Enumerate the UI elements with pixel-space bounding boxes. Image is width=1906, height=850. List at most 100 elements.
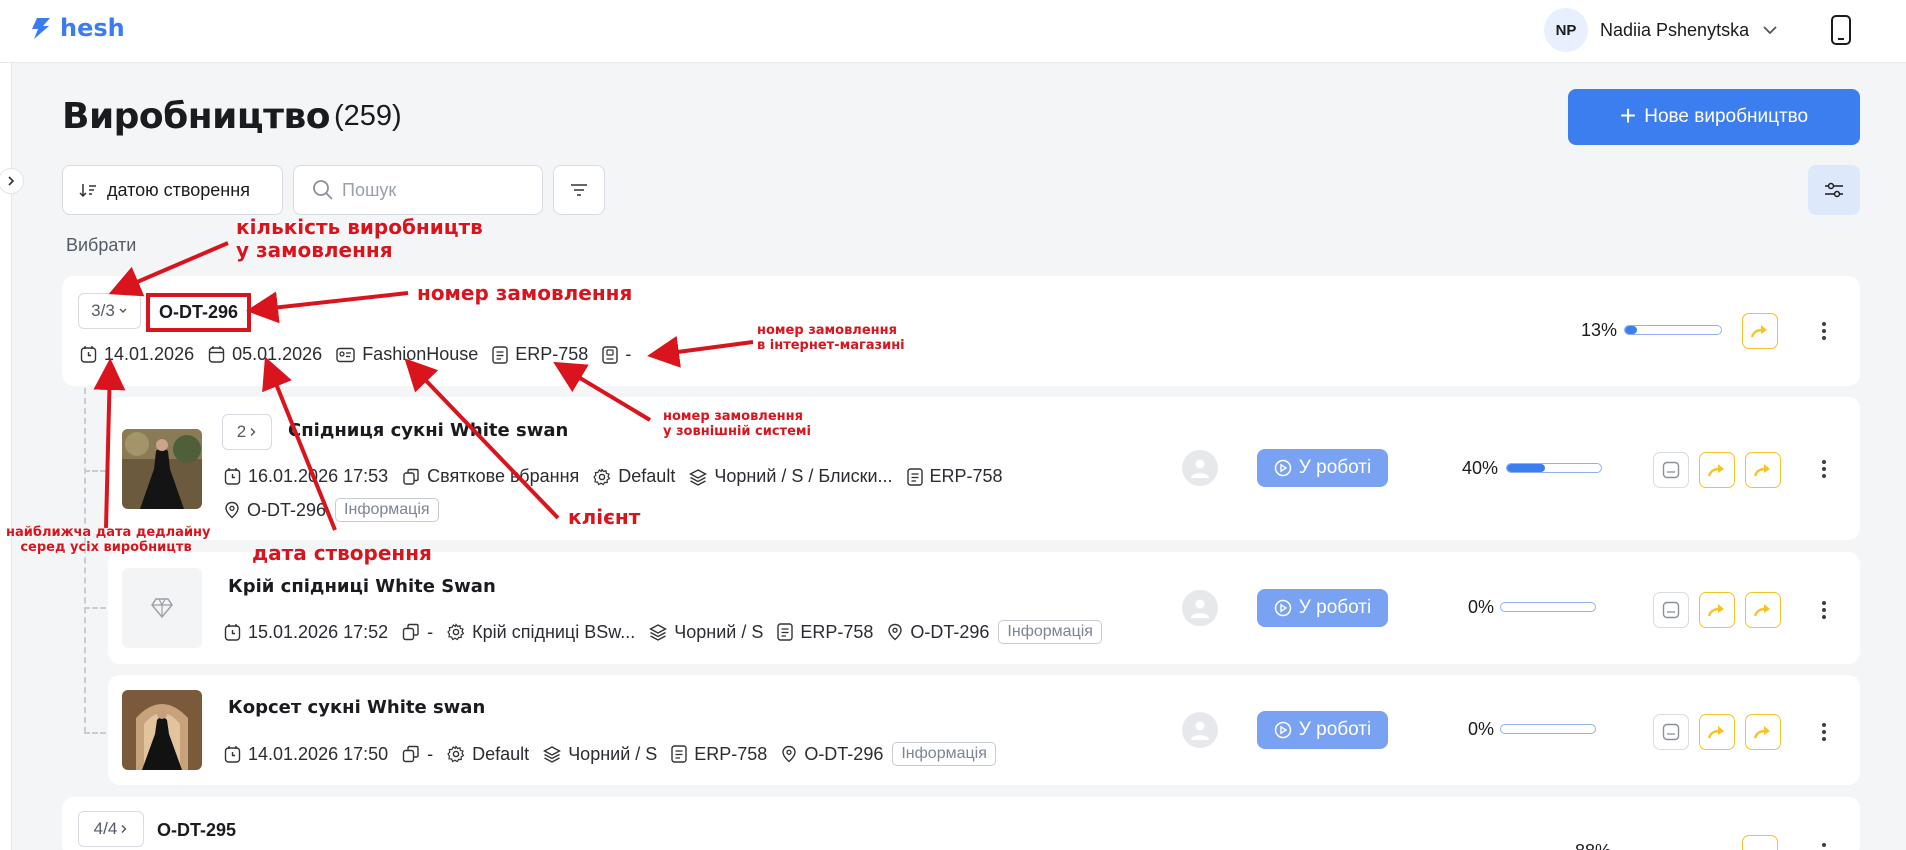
- order-number[interactable]: O-DT-296: [146, 293, 252, 332]
- order-progress-fill: [1625, 326, 1638, 334]
- production-card[interactable]: 2 Спідниця сукні White swan 16.01.2026 1…: [108, 397, 1860, 540]
- status-button[interactable]: У роботі: [1257, 589, 1388, 627]
- document-icon: [906, 467, 923, 486]
- gear-icon: [447, 745, 465, 763]
- order-action-button[interactable]: [1742, 835, 1778, 850]
- logo[interactable]: hesh: [28, 14, 125, 42]
- user-menu[interactable]: NP Nadiia Pshenytska: [1544, 8, 1779, 52]
- sidebar-expand-button[interactable]: [0, 168, 24, 194]
- production-title[interactable]: Спідниця сукні White swan: [288, 420, 568, 441]
- search-input[interactable]: [342, 179, 512, 201]
- order-more-menu[interactable]: [1816, 837, 1832, 850]
- location-pin-icon: [888, 623, 903, 641]
- order-more-menu[interactable]: [1816, 316, 1832, 346]
- production-title[interactable]: Крій спідниці White Swan: [228, 576, 496, 597]
- order-action-button[interactable]: [1742, 313, 1778, 349]
- order-card[interactable]: 4/4 O-DT-295 88%: [62, 797, 1860, 850]
- chevron-down-icon: [1763, 26, 1777, 35]
- search-box[interactable]: [293, 165, 543, 215]
- production-progress-percent: 0%: [1468, 597, 1495, 617]
- plus-icon: +: [1619, 99, 1637, 131]
- production-count-chip[interactable]: 4/4: [78, 811, 144, 847]
- sort-icon: [79, 184, 96, 198]
- erp-number: ERP-758: [906, 466, 1003, 487]
- transfer-button[interactable]: [1699, 452, 1735, 488]
- message-icon: [1662, 461, 1680, 479]
- new-production-button[interactable]: + Нове виробництво: [1568, 89, 1860, 145]
- production-more-menu[interactable]: [1816, 717, 1832, 747]
- annotation-shop-order: номер замовлення в інтернет-магазині: [757, 323, 905, 354]
- status-button[interactable]: У роботі: [1257, 449, 1388, 487]
- chevron-right-icon: [121, 825, 127, 833]
- comment-button[interactable]: [1653, 592, 1689, 628]
- user-name: Nadiia Pshenytska: [1600, 19, 1750, 40]
- shop-receipt-icon: [602, 345, 619, 364]
- production-more-menu[interactable]: [1816, 454, 1832, 484]
- annotation-external-system: номер замовлення у зовнішній системі: [663, 409, 811, 440]
- comment-button[interactable]: [1653, 452, 1689, 488]
- product-thumbnail[interactable]: [122, 690, 202, 770]
- tree-line: [84, 388, 86, 733]
- transfer-button[interactable]: [1699, 592, 1735, 628]
- info-tag[interactable]: Інформація: [892, 742, 996, 766]
- deadline-clock-icon: [80, 346, 97, 363]
- transfer-arrow-icon: [1753, 726, 1770, 739]
- assignee-avatar[interactable]: [1182, 712, 1218, 748]
- product-thumbnail[interactable]: [122, 568, 202, 648]
- logo-text: hesh: [60, 14, 125, 42]
- order-number[interactable]: O-DT-295: [157, 820, 236, 841]
- transfer-arrow-icon: [1753, 604, 1770, 617]
- created-date: 05.01.2026: [208, 344, 322, 365]
- layers-icon: [543, 746, 562, 763]
- order-card[interactable]: 3/3 O-DT-296 14.01.2026 05.01.2026 Fashi…: [62, 276, 1860, 386]
- mobile-device-icon[interactable]: [1830, 14, 1852, 51]
- production-card[interactable]: Крій спідниці White Swan 15.01.2026 17:5…: [108, 552, 1860, 664]
- filter-button[interactable]: [553, 165, 605, 215]
- erp-number: ERP-758: [777, 622, 873, 643]
- deadline-clock-icon: [224, 468, 241, 485]
- production-progress-bar: [1500, 724, 1596, 734]
- variant: Чорний / S / Блиски...: [689, 466, 893, 487]
- annotation-count-text: кількість виробництв у замовлення: [236, 215, 483, 262]
- search-icon: [313, 180, 333, 200]
- select-link[interactable]: Вибрати: [66, 235, 136, 256]
- assignee-avatar[interactable]: [1182, 590, 1218, 626]
- comment-button[interactable]: [1653, 714, 1689, 750]
- layers-icon: [649, 624, 668, 641]
- user-placeholder-icon: [1191, 459, 1209, 478]
- production-title[interactable]: Корсет сукні White swan: [228, 697, 485, 718]
- info-tag[interactable]: Інформація: [998, 620, 1102, 644]
- assignee-avatar[interactable]: [1182, 450, 1218, 486]
- status-button[interactable]: У роботі: [1257, 711, 1388, 749]
- deadline-date: 16.01.2026 17:53: [224, 466, 388, 487]
- copies: -: [402, 622, 433, 643]
- transfer-next-button[interactable]: [1745, 714, 1781, 750]
- top-bar: hesh NP Nadiia Pshenytska: [0, 0, 1906, 63]
- layers-icon: [689, 468, 708, 486]
- view-settings-button[interactable]: [1808, 165, 1860, 215]
- transfer-button[interactable]: [1699, 714, 1735, 750]
- lightning-logo-icon: [32, 18, 50, 39]
- production-card[interactable]: Корсет сукні White swan 14.01.2026 17:50…: [108, 675, 1860, 785]
- page-count: (259): [334, 100, 402, 132]
- production-count-chip[interactable]: 2: [222, 414, 272, 450]
- document-icon: [492, 345, 508, 364]
- annotation-deadline-text: найближча дата дедлайну серед усіх вироб…: [6, 525, 211, 555]
- production-count-chip[interactable]: 3/3: [78, 293, 141, 329]
- tree-connector: [84, 732, 106, 734]
- annotation-created-date: дата створення: [252, 541, 432, 565]
- gear-icon: [593, 467, 611, 485]
- order-progress-percent: 13%: [1581, 320, 1618, 340]
- transfer-arrow-icon: [1707, 726, 1724, 739]
- sort-button[interactable]: датою створення: [62, 165, 283, 215]
- production-progress-bar: [1506, 463, 1602, 473]
- product-thumbnail[interactable]: [122, 429, 202, 509]
- order-link: O-DT-296 Інформація: [781, 742, 996, 766]
- production-meta: 15.01.2026 17:52 - Крій спідниці BSw... …: [224, 620, 1116, 644]
- variant: Чорний / S: [543, 744, 657, 765]
- transfer-next-button[interactable]: [1745, 592, 1781, 628]
- sidebar-collapsed: [0, 63, 24, 850]
- production-more-menu[interactable]: [1816, 595, 1832, 625]
- transfer-next-button[interactable]: [1745, 452, 1781, 488]
- info-tag[interactable]: Інформація: [335, 498, 439, 522]
